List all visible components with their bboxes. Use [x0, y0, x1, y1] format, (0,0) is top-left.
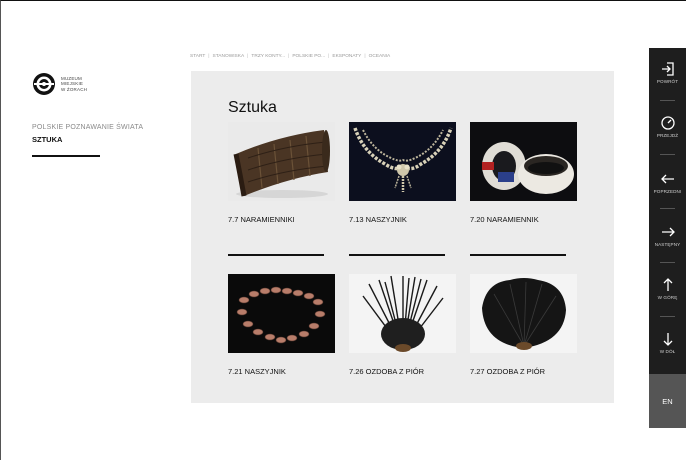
- go-label: PRZEJDŹ: [656, 133, 679, 138]
- up-button[interactable]: W GÓRĘ: [649, 278, 686, 326]
- down-button[interactable]: W DÓŁ: [649, 332, 686, 380]
- nav-divider: [660, 100, 675, 101]
- back-label: POWRÓT: [656, 79, 679, 84]
- item-label: 7.13 NASZYJNIK: [349, 215, 407, 224]
- breadcrumb-item-eksponaty[interactable]: EKSPONATY: [332, 54, 361, 59]
- item-card-7-13[interactable]: 7.13 NASZYJNIK: [349, 122, 456, 256]
- item-label: 7.27 OZDOBA Z PIÓR: [470, 367, 546, 376]
- item-card-7-7[interactable]: 7.7 NARAMIENNIKI: [228, 122, 335, 256]
- item-thumbnail-bracelet: [470, 122, 577, 201]
- item-label: 7.26 OZDOBA Z PIÓR: [349, 367, 425, 376]
- nav-sidebar: POWRÓT PRZEJDŹ POPRZEDNI NASTĘPNY W GÓRĘ: [649, 48, 686, 428]
- go-button[interactable]: PRZEJDŹ: [649, 116, 686, 164]
- item-thumbnail-necklace: [349, 122, 456, 201]
- section-current: SZTUKA: [32, 135, 63, 144]
- back-button[interactable]: POWRÓT: [649, 62, 686, 110]
- arrow-up-icon: [663, 278, 672, 291]
- page-title: Sztuka: [228, 99, 277, 116]
- up-label: W GÓRĘ: [657, 295, 678, 300]
- breadcrumb-separator: |: [288, 54, 290, 59]
- item-card-7-20[interactable]: 7.20 NARAMIENNIK: [470, 122, 577, 256]
- nav-divider: [660, 208, 675, 209]
- nav-divider: [660, 316, 675, 317]
- item-label: 7.21 NASZYJNIK: [228, 367, 286, 376]
- item-card-7-27[interactable]: 7.27 OZDOBA Z PIÓR: [470, 274, 577, 376]
- previous-button[interactable]: POPRZEDNI: [649, 172, 686, 220]
- logo-text: MUZEUM MIEJSKIE W ŻORACH: [61, 76, 87, 93]
- nav-divider: [660, 154, 675, 155]
- item-label: 7.7 NARAMIENNIKI: [228, 215, 295, 224]
- item-underline: [349, 254, 445, 256]
- next-button[interactable]: NASTĘPNY: [649, 225, 686, 273]
- breadcrumb-item-start[interactable]: START: [190, 54, 205, 59]
- arrow-right-icon: [661, 227, 675, 237]
- museum-logo-icon: [33, 73, 55, 95]
- museum-logo[interactable]: MUZEUM MIEJSKIE W ŻORACH: [32, 72, 87, 96]
- next-label: NASTĘPNY: [654, 242, 681, 247]
- gauge-icon: [660, 116, 675, 130]
- section-underline: [32, 155, 100, 157]
- item-thumbnail-feather-ornament: [349, 274, 456, 353]
- breadcrumb-separator: |: [247, 54, 249, 59]
- item-thumbnail-armband: [228, 122, 335, 201]
- nav-divider: [660, 262, 675, 263]
- breadcrumb-separator: |: [208, 54, 210, 59]
- item-card-7-26[interactable]: 7.26 OZDOBA Z PIÓR: [349, 274, 456, 376]
- item-underline: [470, 254, 566, 256]
- item-underline: [228, 254, 324, 256]
- breadcrumb-item-stanowiska[interactable]: STANOWISKA: [213, 54, 245, 59]
- item-label: 7.20 NARAMIENNIK: [470, 215, 539, 224]
- logo-line-3: W ŻORACH: [61, 86, 88, 92]
- breadcrumb-separator: |: [364, 54, 366, 59]
- arrow-left-icon: [660, 174, 674, 184]
- breadcrumb-item-oceania[interactable]: OCEANIA: [369, 54, 391, 59]
- section-parent-link[interactable]: POLSKIE POZNAWANIE ŚWIATA: [32, 124, 143, 131]
- item-thumbnail-feather-ornament-2: [470, 274, 577, 353]
- item-thumbnail-shell-necklace: [228, 274, 335, 353]
- breadcrumb-item-trzy-konty[interactable]: TRZY KONTY...: [251, 54, 285, 59]
- arrow-down-icon: [663, 333, 672, 346]
- content-panel: Sztuka 7.7 NARAMIENNIKI 7.13 NASZYJNIK 7…: [191, 71, 614, 403]
- breadcrumb-item-polskie-po[interactable]: POLSKIE PO...: [292, 54, 325, 59]
- previous-label: POPRZEDNI: [653, 189, 682, 194]
- breadcrumb-separator: |: [328, 54, 330, 59]
- exit-icon: [661, 62, 674, 76]
- breadcrumb: START | STANOWISKA | TRZY KONTY... | POL…: [190, 54, 390, 59]
- down-label: W DÓŁ: [659, 349, 676, 354]
- language-toggle-button[interactable]: EN: [649, 374, 686, 428]
- item-card-7-21[interactable]: 7.21 NASZYJNIK: [228, 274, 335, 376]
